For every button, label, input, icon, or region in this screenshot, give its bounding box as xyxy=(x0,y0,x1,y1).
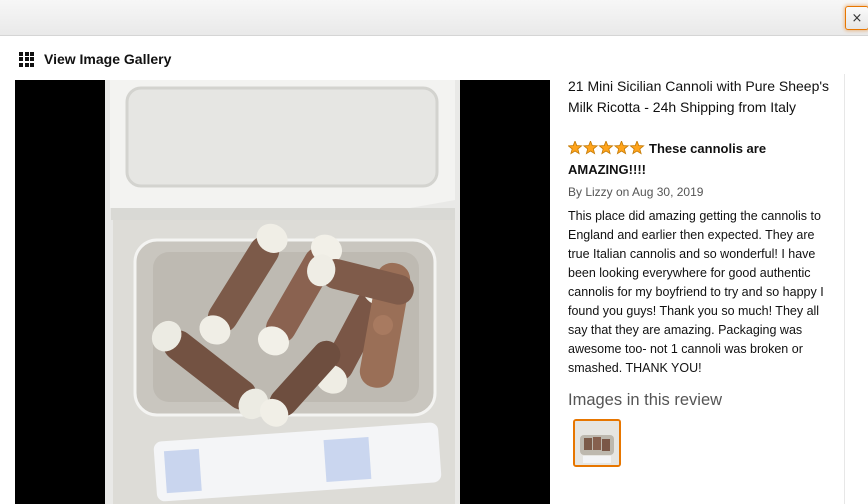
star-icon xyxy=(613,139,630,155)
modal-header: × xyxy=(0,0,868,36)
product-title: 21 Mini Sicilian Cannoli with Pure Sheep… xyxy=(568,78,830,115)
review-body: This place did amazing getting the canno… xyxy=(568,209,824,375)
view-image-gallery-label: View Image Gallery xyxy=(44,51,172,67)
images-in-review-heading: Images in this review xyxy=(568,391,723,409)
grid-icon xyxy=(19,51,34,67)
review-panel: 21 Mini Sicilian Cannoli with Pure Sheep… xyxy=(567,76,838,467)
star-rating xyxy=(567,139,646,160)
star-icon xyxy=(629,139,645,155)
star-icon xyxy=(567,139,583,155)
review-headline-row: These cannolis are AMAZING!!!! xyxy=(567,139,838,179)
view-image-gallery-link[interactable]: View Image Gallery xyxy=(19,49,171,69)
review-byline: By Lizzy on Aug 30, 2019 xyxy=(568,185,704,199)
close-icon: × xyxy=(851,10,863,26)
scrollbar-track[interactable] xyxy=(844,74,861,504)
star-icon xyxy=(598,139,614,155)
star-icon xyxy=(582,139,599,155)
review-photo xyxy=(15,80,550,504)
close-button[interactable]: × xyxy=(845,6,868,30)
review-image-thumbnail[interactable] xyxy=(573,419,621,467)
